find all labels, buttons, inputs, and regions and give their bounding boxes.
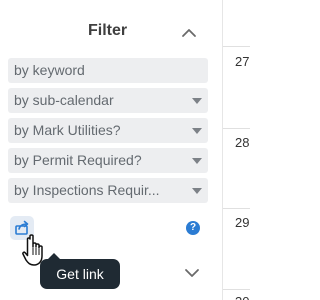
sub-calendar-filter-label: by sub-calendar [14,92,114,108]
help-icon[interactable]: ? [186,221,200,235]
mark-utilities-filter-select[interactable]: by Mark Utilities? [8,118,208,143]
filter-title: Filter [88,22,128,39]
dropdown-caret-icon [192,98,202,104]
expand-about-button[interactable] [181,262,203,284]
chevron-up-icon [182,29,196,37]
dropdown-caret-icon [192,158,202,164]
calendar-day-number: 29 [235,215,250,230]
inspections-required-filter-select[interactable]: by Inspections Requir... [8,178,208,203]
panel-divider [222,0,223,300]
chevron-down-icon [185,269,199,277]
mark-utilities-filter-label: by Mark Utilities? [14,122,121,138]
permit-required-filter-label: by Permit Required? [14,152,142,168]
calendar-day-number: 27 [235,54,250,69]
dropdown-caret-icon [192,188,202,194]
calendar-day-number: 30 [235,294,249,300]
get-link-tooltip: Get link [40,253,120,289]
calendar-row-divider [223,289,250,290]
inspections-required-filter-label: by Inspections Requir... [14,182,160,198]
dropdown-caret-icon [192,128,202,134]
collapse-filter-button[interactable] [178,22,200,44]
filter-header: Filter [0,18,220,48]
calendar-row-divider [223,46,250,47]
calendar-day-number: 28 [235,135,250,150]
hand-cursor-icon [22,234,43,266]
sub-calendar-filter-select[interactable]: by sub-calendar [8,88,208,113]
keyword-filter-input[interactable]: by keyword [8,58,208,83]
calendar-row-divider [223,128,250,129]
calendar-row-divider [223,208,250,209]
keyword-filter-placeholder: by keyword [14,62,85,78]
permit-required-filter-select[interactable]: by Permit Required? [8,148,208,173]
